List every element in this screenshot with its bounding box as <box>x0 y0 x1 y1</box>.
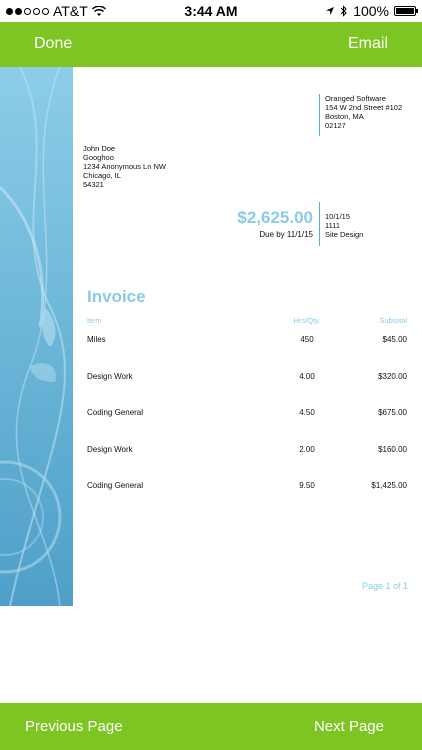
row-subtotal: $320.00 <box>378 372 407 381</box>
row-hrs: 9.50 <box>299 481 315 490</box>
client-street: 1234 Anonymous Ln NW <box>83 162 166 171</box>
next-page-button[interactable]: Next Page <box>314 718 384 735</box>
company-name: Oranged Software <box>325 94 386 103</box>
column-subtotal: Subtotal <box>379 316 407 325</box>
company-zip: 02127 <box>325 121 346 130</box>
invoice-project: Site Design <box>325 230 364 239</box>
company-address: Oranged Software 154 W 2nd Street #102 B… <box>319 94 402 136</box>
row-hrs: 4.00 <box>299 372 315 381</box>
bill-to-address: John Doe Googhoo 1234 Anonymous Ln NW Ch… <box>83 144 166 189</box>
row-item: Coding General <box>87 481 144 490</box>
status-bar: AT&T 3:44 AM 100% <box>0 0 422 22</box>
column-hrs: Hrs/Qty. <box>293 316 321 325</box>
row-hrs: 2.00 <box>299 445 315 454</box>
done-button[interactable]: Done <box>34 35 72 53</box>
client-name: John Doe <box>83 144 116 153</box>
row-subtotal: $1,425.00 <box>371 481 407 490</box>
company-city: Boston, MA <box>325 112 364 121</box>
client-company: Googhoo <box>83 153 114 162</box>
invoice-meta: 10/1/15 1111 Site Design <box>319 202 363 246</box>
amount-due: $2,625.00 <box>237 208 313 227</box>
row-subtotal: $160.00 <box>378 445 407 454</box>
page-indicator: Page 1 of 1 <box>361 581 408 591</box>
column-item: Item <box>87 316 102 325</box>
due-date: Due by 11/1/15 <box>259 230 313 239</box>
top-toolbar: Done Email <box>0 22 422 67</box>
row-subtotal: $45.00 <box>382 335 407 344</box>
status-right: 100% <box>325 3 418 19</box>
battery-percent: 100% <box>353 3 389 19</box>
bottom-toolbar: Previous Page Next Page <box>0 703 422 750</box>
client-zip: 54321 <box>83 180 104 189</box>
battery-icon <box>394 6 418 16</box>
row-subtotal: $675.00 <box>378 408 407 417</box>
invoice-date: 10/1/15 <box>325 212 351 221</box>
row-item: Miles <box>87 335 106 344</box>
email-button[interactable]: Email <box>348 35 388 53</box>
invoice-document: Oranged Software 154 W 2nd Street #102 B… <box>73 67 422 606</box>
company-street: 154 W 2nd Street #102 <box>325 103 403 112</box>
bluetooth-icon <box>340 5 347 17</box>
row-hrs: 4.50 <box>299 408 315 417</box>
invoice-number: 1111 <box>325 221 341 230</box>
previous-page-button[interactable]: Previous Page <box>25 718 123 735</box>
amount-due-block: $2,625.00 Due by 11/1/15 <box>233 208 313 239</box>
row-item: Design Work <box>87 445 133 454</box>
client-city: Chicago, IL <box>83 171 121 180</box>
row-item: Coding General <box>87 408 144 417</box>
row-hrs: 450 <box>300 335 314 344</box>
decorative-swirl-art <box>0 67 73 606</box>
row-item: Design Work <box>87 372 133 381</box>
location-arrow-icon <box>326 7 335 15</box>
invoice-preview[interactable]: Oranged Software 154 W 2nd Street #102 B… <box>0 67 422 703</box>
invoice-title: Invoice <box>87 287 146 306</box>
